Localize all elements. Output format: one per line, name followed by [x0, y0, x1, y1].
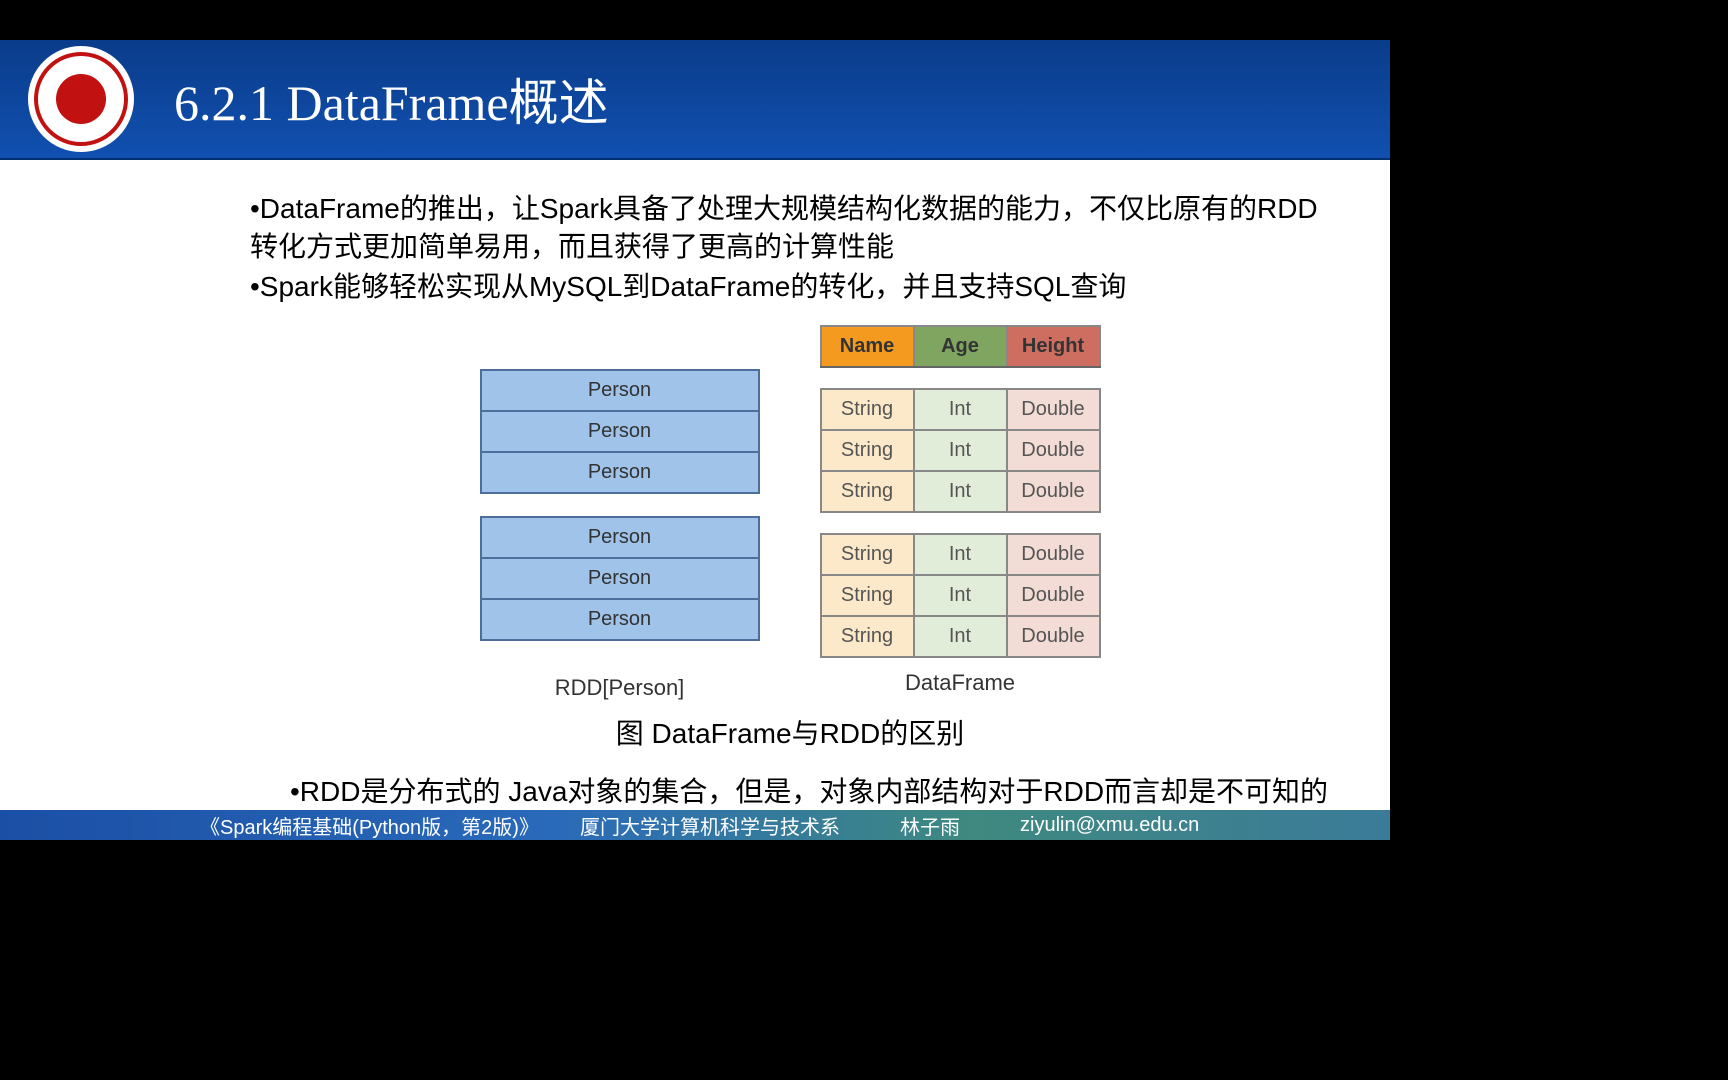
- footer-email: ziyulin@xmu.edu.cn: [1020, 814, 1199, 837]
- df-cell: Double: [1007, 430, 1100, 471]
- df-cell: String: [821, 534, 914, 575]
- df-cell: Double: [1007, 575, 1100, 616]
- dataframe-column: Name Age Height String Int Double String…: [820, 325, 1101, 703]
- df-cell: String: [821, 616, 914, 657]
- slide-header: 6.2.1 DataFrame概述: [0, 40, 1390, 160]
- rdd-cell: Person: [480, 412, 760, 453]
- rdd-cell: Person: [480, 559, 760, 600]
- dataframe-label: DataFrame: [905, 668, 1015, 698]
- df-cell: Double: [1007, 616, 1100, 657]
- rdd-label: RDD[Person]: [555, 673, 685, 703]
- df-cell: Double: [1007, 534, 1100, 575]
- rdd-column: Person Person Person Person Person Perso…: [480, 325, 760, 703]
- slide-footer: 《Spark编程基础(Python版，第2版)》 厦门大学计算机科学与技术系 林…: [0, 810, 1390, 840]
- slide: 6.2.1 DataFrame概述 •DataFrame的推出，让Spark具备…: [0, 40, 1390, 840]
- slide-title: 6.2.1 DataFrame概述: [174, 63, 609, 135]
- rdd-cell: Person: [480, 516, 760, 559]
- rdd-cell: Person: [480, 369, 760, 412]
- df-cell: Double: [1007, 471, 1100, 512]
- df-header-height: Height: [1007, 326, 1100, 367]
- diagram: Person Person Person Person Person Perso…: [250, 325, 1330, 703]
- df-cell: Int: [914, 575, 1007, 616]
- df-cell: Double: [1007, 389, 1100, 430]
- university-logo: [28, 46, 134, 152]
- df-cell: Int: [914, 389, 1007, 430]
- footer-author: 林子雨: [900, 811, 1020, 840]
- dataframe-table: Name Age Height String Int Double String…: [820, 325, 1101, 658]
- df-cell: String: [821, 430, 914, 471]
- df-header-name: Name: [821, 326, 914, 367]
- rdd-cell: Person: [480, 453, 760, 494]
- df-cell: Int: [914, 616, 1007, 657]
- df-cell: Int: [914, 430, 1007, 471]
- df-cell: Int: [914, 534, 1007, 575]
- footer-book: 《Spark编程基础(Python版，第2版)》: [200, 811, 580, 840]
- bullet-bottom-1: •RDD是分布式的 Java对象的集合，但是，对象内部结构对于RDD而言却是不可…: [290, 773, 1330, 811]
- content-area: •DataFrame的推出，让Spark具备了处理大规模结构化数据的能力，不仅比…: [250, 190, 1330, 852]
- diagram-caption: 图 DataFrame与RDD的区别: [250, 715, 1330, 753]
- df-cell: String: [821, 471, 914, 512]
- bullet-top-2: •Spark能够轻松实现从MySQL到DataFrame的转化，并且支持SQL查…: [250, 268, 1330, 306]
- footer-dept: 厦门大学计算机科学与技术系: [580, 811, 900, 840]
- rdd-cell: Person: [480, 600, 760, 641]
- bullet-top-1: •DataFrame的推出，让Spark具备了处理大规模结构化数据的能力，不仅比…: [250, 190, 1330, 266]
- df-cell: String: [821, 389, 914, 430]
- df-cell: Int: [914, 471, 1007, 512]
- df-cell: String: [821, 575, 914, 616]
- df-header-age: Age: [914, 326, 1007, 367]
